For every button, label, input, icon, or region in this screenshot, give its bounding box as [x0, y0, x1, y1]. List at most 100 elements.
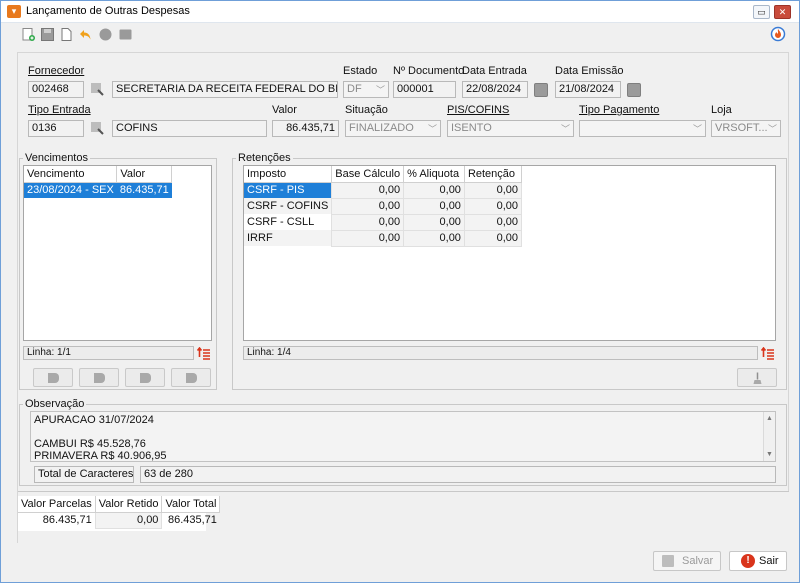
retencao-cell[interactable]: 0,00	[463, 197, 523, 215]
aliquota-cell[interactable]: 0,00	[403, 229, 465, 247]
aliquota-cell[interactable]: 0,00	[403, 213, 465, 231]
valor-retido-value: 0,00	[94, 511, 163, 529]
pis-cofins-select[interactable]: ISENTO ﹀	[447, 120, 574, 137]
observacao-textarea[interactable]: APURACAO 31/07/2024 CAMBUI R$ 45.528,76 …	[30, 411, 776, 462]
save-icon	[662, 555, 674, 567]
retencao-edit-button[interactable]	[737, 368, 777, 387]
loja-label: Loja	[711, 104, 732, 116]
undo-arrow-icon[interactable]	[79, 28, 92, 41]
tipo-pagamento-label: Tipo Pagamento	[579, 104, 660, 116]
base-cell[interactable]: 0,00	[331, 229, 405, 247]
col-vencimento[interactable]: Vencimento	[24, 166, 118, 183]
vencimentos-grid[interactable]: Vencimento Valor 23/08/2024 - SEX 86.435…	[23, 165, 212, 341]
col-retencao[interactable]: Retenção	[464, 166, 523, 183]
title-bar: ▾ Lançamento de Outras Despesas ▭ ✕	[1, 1, 799, 23]
col-valor-total: Valor Total	[161, 496, 221, 513]
search-tipo-entrada-icon[interactable]	[90, 121, 105, 136]
retencoes-title: Retenções	[236, 152, 293, 164]
help-flame-icon[interactable]	[770, 26, 786, 42]
scroll-up-icon[interactable]: ▲	[766, 415, 773, 422]
tipo-entrada-label: Tipo Entrada	[28, 104, 91, 116]
print-icon[interactable]	[119, 28, 132, 41]
scroll-down-icon[interactable]: ▼	[766, 451, 773, 458]
restore-button[interactable]: ▭	[753, 5, 770, 19]
table-row[interactable]: 23/08/2024 - SEX 86.435,71	[24, 182, 172, 198]
table-row[interactable]: CSRF - PIS 0,00 0,00 0,00	[244, 181, 523, 199]
estado-select[interactable]: DF ﹀	[343, 81, 389, 98]
aliquota-cell[interactable]: 0,00	[403, 181, 465, 199]
main-window: ▾ Lançamento de Outras Despesas ▭ ✕ Forn…	[0, 0, 800, 583]
base-cell[interactable]: 0,00	[331, 213, 405, 231]
app-icon: ▾	[7, 5, 21, 18]
estado-label: Estado	[343, 65, 378, 77]
tipo-pagamento-select[interactable]: ﹀	[579, 120, 706, 137]
col-aliquota[interactable]: % Aliquota	[403, 166, 465, 183]
salvar-label: Salvar	[682, 555, 714, 567]
observacao-line: PRIMAVERA R$ 40.906,95	[34, 450, 167, 462]
data-entrada-calendar-icon[interactable]	[534, 83, 548, 97]
valor-parcelas-value: 86.435,71	[42, 514, 92, 527]
save-disk-icon[interactable]	[41, 28, 54, 41]
situacao-select[interactable]: FINALIZADO ﹀	[345, 120, 441, 137]
salvar-button[interactable]: Salvar	[653, 551, 721, 571]
page-icon[interactable]	[60, 28, 73, 41]
sair-label: Sair	[759, 555, 779, 567]
imposto-cell[interactable]: CSRF - PIS	[244, 182, 332, 198]
observacao-line: APURACAO 31/07/2024	[34, 414, 154, 426]
pis-cofins-label: PIS/COFINS	[447, 104, 510, 116]
sair-button[interactable]: ! Sair	[729, 551, 787, 571]
base-cell[interactable]: 0,00	[331, 181, 405, 199]
table-row[interactable]: CSRF - CSLL 0,00 0,00 0,00	[244, 213, 523, 231]
new-document-icon[interactable]	[22, 28, 35, 41]
data-emissao-calendar-icon[interactable]	[627, 83, 641, 97]
valor-field[interactable]: 86.435,71	[272, 120, 339, 137]
totais-grid: Valor Parcelas Valor Retido Valor Total …	[18, 496, 221, 531]
loja-select[interactable]: VRSOFT... ﹀	[711, 120, 781, 137]
imposto-cell[interactable]: IRRF	[244, 230, 332, 246]
vencimento-next-button[interactable]	[125, 368, 165, 387]
search-fornecedor-icon[interactable]	[90, 82, 105, 97]
data-emissao-field[interactable]: 21/08/2024	[555, 81, 621, 98]
retencao-cell[interactable]: 0,00	[463, 229, 523, 247]
base-cell[interactable]: 0,00	[331, 197, 405, 215]
fornecedor-label: Fornecedor	[28, 65, 85, 77]
col-base-calculo[interactable]: Base Cálculo	[331, 166, 405, 183]
fornecedor-name-field[interactable]: SECRETARIA DA RECEITA FEDERAL DO BRASIL	[112, 81, 338, 98]
imposto-cell[interactable]: CSRF - COFINS	[244, 198, 332, 214]
observacao-scrollbar[interactable]: ▲ ▼	[763, 412, 775, 461]
col-valor-parcelas: Valor Parcelas	[18, 496, 96, 513]
sort-list-icon[interactable]	[761, 347, 774, 360]
col-valor[interactable]: Valor	[116, 166, 173, 183]
refresh-circle-icon[interactable]	[99, 28, 112, 41]
vencimento-cell[interactable]: 23/08/2024 - SEX	[24, 182, 117, 198]
brush-icon	[753, 372, 762, 384]
documento-field[interactable]: 000001	[393, 81, 456, 98]
vencimentos-status: Linha: 1/1	[23, 346, 194, 360]
data-emissao-label: Data Emissão	[555, 65, 624, 77]
close-window-button[interactable]: ✕	[774, 5, 791, 19]
valor-cell[interactable]: 86.435,71	[116, 182, 172, 198]
imposto-cell[interactable]: CSRF - CSLL	[244, 214, 332, 230]
vencimento-prev-button[interactable]	[79, 368, 119, 387]
aliquota-cell[interactable]: 0,00	[403, 197, 465, 215]
col-valor-retido: Valor Retido	[95, 496, 163, 513]
sort-list-icon[interactable]	[197, 347, 210, 360]
tipo-entrada-name-field[interactable]: COFINS	[112, 120, 267, 137]
data-entrada-field[interactable]: 22/08/2024	[462, 81, 528, 98]
situacao-label: Situação	[345, 104, 388, 116]
fornecedor-code-field[interactable]: 002468	[28, 81, 84, 98]
observacao-line	[34, 426, 772, 438]
vencimentos-title: Vencimentos	[23, 152, 90, 164]
col-imposto[interactable]: Imposto	[244, 166, 333, 183]
table-row[interactable]: CSRF - COFINS 0,00 0,00 0,00	[244, 197, 523, 215]
retencao-cell[interactable]: 0,00	[463, 181, 523, 199]
vencimento-first-button[interactable]	[33, 368, 73, 387]
vencimento-last-button[interactable]	[171, 368, 211, 387]
observacao-line: CAMBUI R$ 45.528,76	[34, 438, 146, 450]
retencoes-grid[interactable]: Imposto Base Cálculo % Aliquota Retenção…	[243, 165, 776, 341]
retencao-cell[interactable]: 0,00	[463, 213, 523, 231]
table-row[interactable]: IRRF 0,00 0,00 0,00	[244, 229, 523, 247]
data-entrada-label: Data Entrada	[462, 65, 527, 77]
tipo-entrada-code-field[interactable]: 0136	[28, 120, 84, 137]
exit-icon: !	[741, 554, 755, 568]
